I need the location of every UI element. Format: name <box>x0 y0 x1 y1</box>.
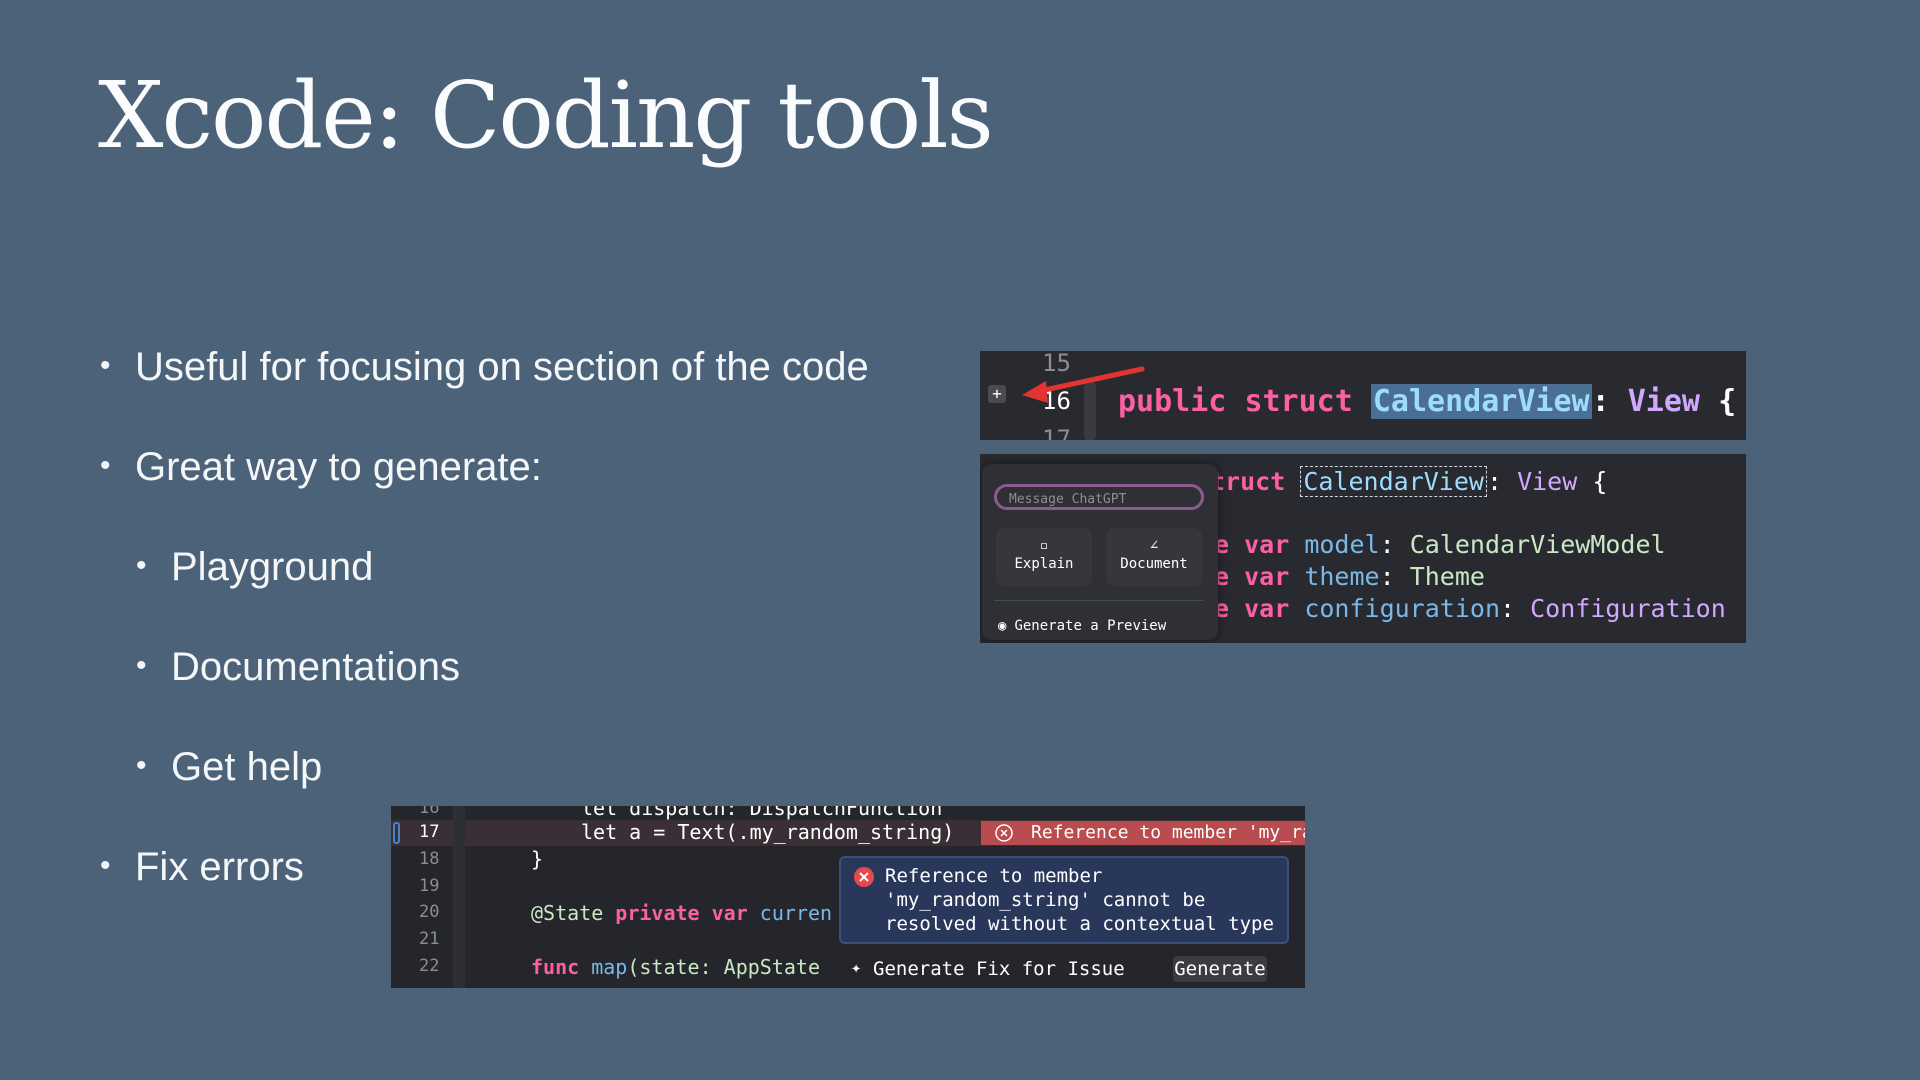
bullet-text: Get help <box>171 745 323 789</box>
red-arrow-icon <box>1022 366 1145 403</box>
code-line: e var model: CalendarViewModel <box>1214 530 1666 559</box>
identifier: map <box>591 955 628 979</box>
sparkle-icon: ✦ <box>851 958 862 978</box>
bullet-text: Useful for focusing on section of the co… <box>135 345 869 389</box>
keyword: truct <box>1210 467 1286 496</box>
type-name: Theme <box>1409 562 1485 591</box>
document-label: Document <box>1120 556 1188 572</box>
bullet-item: • Great way to generate: <box>100 445 542 489</box>
document-button[interactable]: ∠ Document <box>1106 528 1202 586</box>
sub-bullet-item: • Playground <box>136 545 374 589</box>
code-line: truct CalendarView: View { <box>1210 466 1608 497</box>
bullet-text: Playground <box>171 545 374 589</box>
bullet-item: • Fix errors <box>100 845 304 889</box>
keyword: struct <box>1244 384 1353 419</box>
code-editor-screenshot-b: truct CalendarView: View { e var model: … <box>980 454 1746 643</box>
line-number: 22 <box>419 956 440 976</box>
punctuation: { <box>1718 384 1737 419</box>
explain-icon: ▫ <box>1039 536 1049 554</box>
punctuation: : <box>1486 467 1503 496</box>
sparkle-plus-icon[interactable]: + <box>988 385 1006 403</box>
error-icon <box>854 867 874 887</box>
code-line: let dispatch: DispatchFunction <box>581 806 943 820</box>
bullet-text: Documentations <box>171 645 461 689</box>
highlighted-type-name: CalendarView <box>1370 384 1592 419</box>
keyword: e var <box>1214 530 1290 559</box>
code-line: let a = Text(.my_random_string) <box>581 820 955 844</box>
explain-label: Explain <box>1014 556 1074 572</box>
document-icon: ∠ <box>1149 536 1159 554</box>
explain-button[interactable]: ▫ Explain <box>996 528 1092 586</box>
type-name: View <box>1627 384 1700 419</box>
code-line: e var theme: Theme <box>1214 562 1485 591</box>
parameters: (state: AppState <box>627 955 820 979</box>
type-name: View <box>1517 467 1578 496</box>
coding-assistant-popup: Message ChatGPT ▫ Explain ∠ Document ◉ Ge… <box>982 464 1218 640</box>
generate-fix-bar[interactable]: ✦ Generate Fix for Issue Generate <box>839 946 1305 988</box>
error-badge-text: Reference to member 'my_ra... <box>1031 822 1305 843</box>
punctuation: { <box>1592 467 1608 496</box>
identifier: curren <box>759 901 833 925</box>
keyword: e var <box>1214 562 1290 591</box>
slide-title: Xcode: Coding tools <box>98 62 994 169</box>
line-number: 19 <box>419 876 440 896</box>
bullet-text: Great way to generate: <box>135 445 542 489</box>
line-number: 20 <box>419 902 440 922</box>
error-icon <box>995 824 1013 842</box>
sub-bullet-item: • Get help <box>136 745 323 789</box>
punctuation: : <box>1591 384 1610 419</box>
property-name: model <box>1304 530 1380 559</box>
code-line: } <box>531 847 544 871</box>
code-line: @State private var curren <box>531 901 832 925</box>
sub-bullet-item: • Documentations <box>136 645 461 689</box>
code-line: e var configuration: Configuration <box>1214 594 1726 623</box>
property-name: configuration <box>1304 594 1500 623</box>
error-badge[interactable]: Reference to member 'my_ra... <box>981 821 1305 845</box>
line-number: 17 <box>419 822 440 842</box>
bullet-text: Fix errors <box>135 845 304 889</box>
bullet-item: • Useful for focusing on section of the c… <box>100 345 869 389</box>
error-message: Reference to member 'my_random_string' c… <box>885 865 1274 935</box>
gutter-bar <box>453 806 465 988</box>
error-tooltip: Reference to member 'my_random_string' c… <box>839 856 1289 944</box>
divider <box>994 600 1204 601</box>
generate-preview-item[interactable]: ◉ Generate a Preview <box>998 618 1166 634</box>
code-editor-screenshot-c: 16 17 18 19 20 21 22 let dispatch: Dispa… <box>391 806 1305 988</box>
keyword: func <box>531 955 580 979</box>
property-name: theme <box>1304 562 1380 591</box>
generate-preview-label: Generate a Preview <box>1014 618 1167 634</box>
generate-fix-label: Generate Fix for Issue <box>873 958 1125 980</box>
type-name: CalendarViewModel <box>1409 530 1666 559</box>
eye-icon: ◉ <box>998 618 1007 634</box>
code-line: func map(state: AppState <box>531 955 820 979</box>
line-number: 18 <box>419 849 440 869</box>
type-name: Configuration <box>1530 594 1726 623</box>
line-number: 21 <box>419 929 440 949</box>
generate-button[interactable]: Generate <box>1173 956 1267 982</box>
selected-type-name: CalendarView <box>1300 466 1487 497</box>
attribute: @State <box>531 901 604 925</box>
line-number: 16 <box>419 806 440 818</box>
message-chatgpt-input[interactable]: Message ChatGPT <box>994 484 1204 510</box>
current-line-marker <box>393 822 400 844</box>
keyword: e var <box>1214 594 1290 623</box>
keyword: private var <box>615 901 748 925</box>
line-number: 17 <box>1042 425 1071 440</box>
code-line: public struct CalendarView: View { <box>1118 384 1736 419</box>
